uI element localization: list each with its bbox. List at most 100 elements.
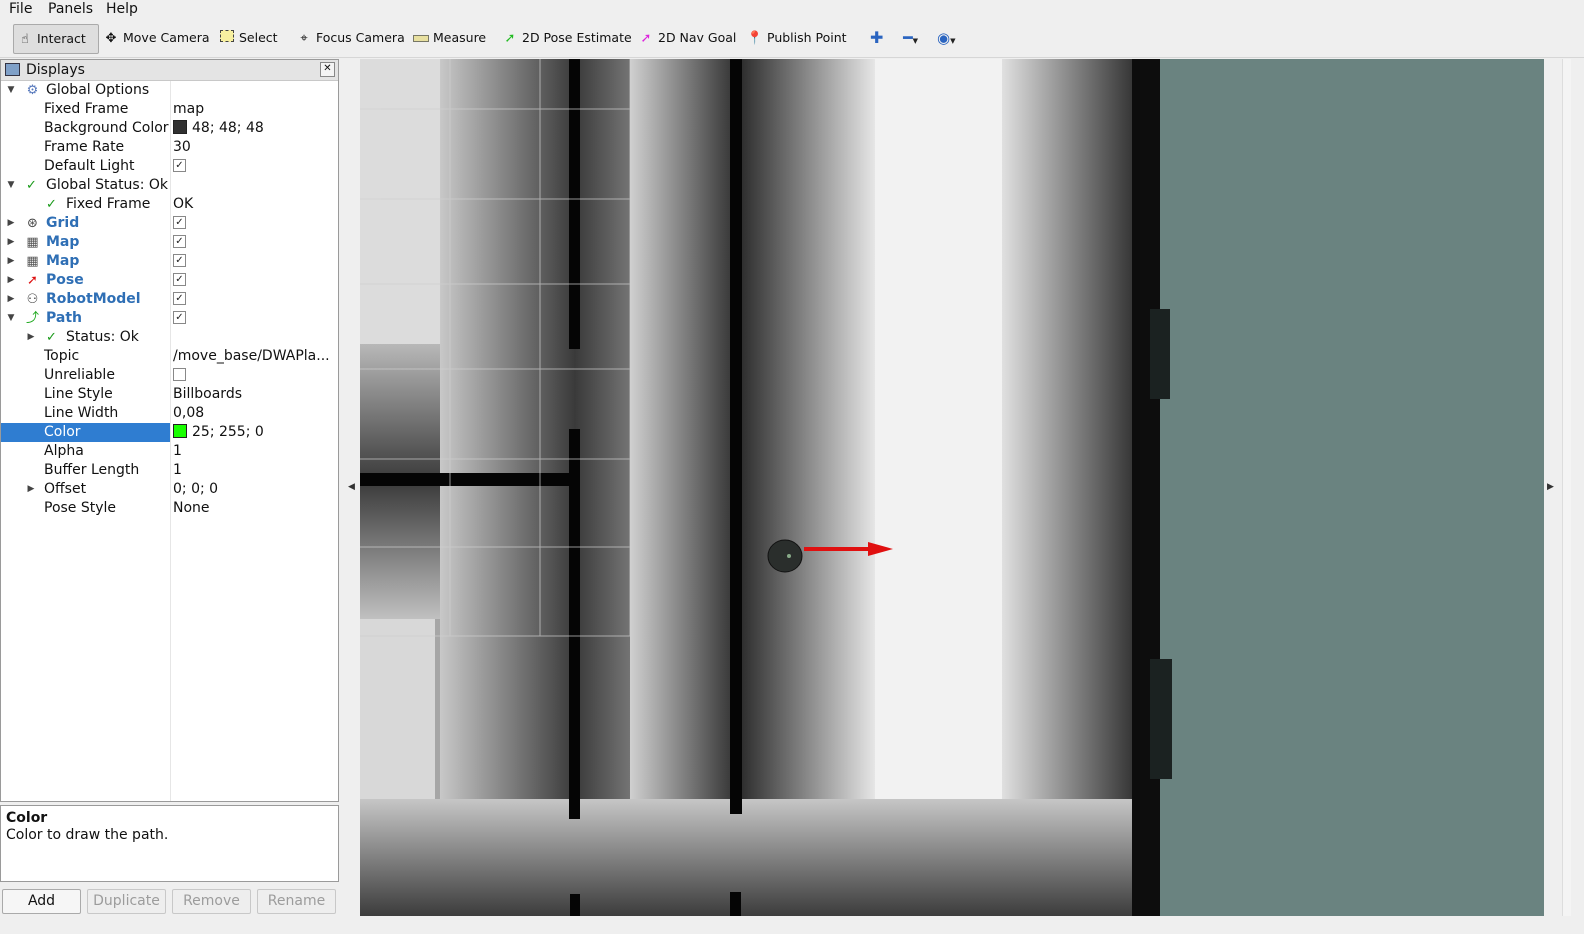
3d-viewport[interactable]	[360, 59, 1544, 916]
expand-arrow-icon[interactable]: ▼	[6, 81, 16, 100]
remove-button[interactable]: Remove	[172, 889, 251, 914]
pose-checkbox[interactable]: ✓	[173, 272, 186, 286]
zoom-in-button[interactable]: ✚	[870, 24, 890, 52]
tree-row-path-status[interactable]: ▶ ✓ Status: Ok	[1, 328, 338, 347]
close-panel-button[interactable]: ✕	[320, 62, 335, 77]
ok-check-icon: ✓	[46, 197, 57, 212]
expand-arrow-icon[interactable]: ▶	[26, 328, 36, 347]
tree-row-topic[interactable]: Topic /move_base/DWAPla...	[1, 347, 338, 366]
tree-row-default-light[interactable]: Default Light ✓	[1, 157, 338, 176]
move-icon: ✥	[105, 31, 117, 46]
rename-button[interactable]: Rename	[257, 889, 336, 914]
expand-arrow-icon[interactable]: ▶	[6, 252, 16, 271]
expand-arrow-icon[interactable]: ▶	[6, 271, 16, 290]
nav-goal-button[interactable]: ➚ 2D Nav Goal	[637, 24, 737, 52]
fixed-frame-value[interactable]: map	[173, 100, 335, 119]
eye-icon: ◉	[937, 29, 951, 47]
tree-row-pose[interactable]: ▶ ➚ Pose ✓	[1, 271, 338, 290]
expand-arrow-icon[interactable]: ▶	[26, 480, 36, 499]
tree-row-map[interactable]: ▶ ▦ Map ✓	[1, 233, 338, 252]
expand-arrow-icon[interactable]: ▼	[6, 176, 16, 195]
view-button[interactable]: ◉▼	[937, 24, 963, 52]
robot-icon: ⚇	[26, 292, 39, 307]
tree-row-line-style[interactable]: Line Style Billboards	[1, 385, 338, 404]
grid-checkbox[interactable]: ✓	[173, 215, 186, 229]
viewport-scrollbar[interactable]	[1562, 59, 1571, 916]
color-value[interactable]: 25; 255; 0	[173, 423, 335, 442]
path-status-label: Status: Ok	[66, 329, 139, 345]
select-label: Select	[239, 30, 278, 45]
background-color-value[interactable]: 48; 48; 48	[173, 119, 335, 138]
duplicate-button[interactable]: Duplicate	[87, 889, 166, 914]
focus-camera-label: Focus Camera	[316, 30, 405, 45]
map-render[interactable]	[360, 59, 1544, 916]
tree-row-frame-rate[interactable]: Frame Rate 30	[1, 138, 338, 157]
pose-estimate-label: 2D Pose Estimate	[522, 30, 632, 45]
alpha-value[interactable]: 1	[173, 442, 335, 461]
tree-row-background-color[interactable]: Background Color 48; 48; 48	[1, 119, 338, 138]
green-arrow-icon: ➚	[504, 31, 516, 46]
path-checkbox[interactable]: ✓	[173, 310, 186, 324]
menu-panels[interactable]: Panels	[48, 0, 93, 19]
add-button[interactable]: Add	[2, 889, 81, 914]
menu-help[interactable]: Help	[106, 0, 138, 19]
tree-row-fixed-frame[interactable]: Fixed Frame map	[1, 100, 338, 119]
expand-arrow-icon[interactable]: ▶	[6, 233, 16, 252]
measure-label: Measure	[433, 30, 487, 45]
focus-camera-button[interactable]: ⌖ Focus Camera	[295, 24, 405, 52]
color-swatch	[173, 424, 187, 438]
offset-value[interactable]: 0; 0; 0	[173, 480, 335, 499]
zoom-out-button[interactable]: ━▼	[903, 24, 927, 52]
monitor-icon	[5, 63, 20, 76]
select-button[interactable]: Select	[218, 24, 278, 52]
focus-icon: ⌖	[300, 31, 308, 46]
tree-row-color[interactable]: Color 25; 255; 0	[1, 423, 338, 442]
description-title: Color	[6, 810, 48, 826]
topic-value[interactable]: /move_base/DWAPla...	[173, 347, 335, 366]
expand-arrow-icon[interactable]: ▼	[6, 309, 16, 328]
plus-icon: ✚	[870, 28, 884, 47]
tree-row-grid[interactable]: ▶ ⊛ Grid ✓	[1, 214, 338, 233]
buffer-length-value[interactable]: 1	[173, 461, 335, 480]
offset-label: Offset	[44, 481, 87, 497]
expand-arrow-icon[interactable]: ▶	[6, 290, 16, 309]
pose-style-value[interactable]: None	[173, 499, 335, 518]
tree-row-path[interactable]: ▼ ⤴ Path ✓	[1, 309, 338, 328]
publish-point-button[interactable]: 📍 Publish Point	[746, 24, 847, 52]
map-checkbox[interactable]: ✓	[173, 234, 186, 248]
line-style-label: Line Style	[44, 386, 113, 402]
frame-rate-label: Frame Rate	[44, 139, 125, 155]
measure-button[interactable]: Measure	[412, 24, 486, 52]
line-width-value[interactable]: 0,08	[173, 404, 335, 423]
map-checkbox[interactable]: ✓	[173, 253, 186, 267]
tree-row-pose-style[interactable]: Pose Style None	[1, 499, 338, 518]
fixed-frame-label: Fixed Frame	[44, 101, 129, 117]
default-light-checkbox[interactable]: ✓	[173, 158, 186, 172]
hand-icon: ☝	[21, 32, 29, 47]
menu-file[interactable]: File	[9, 0, 32, 19]
tree-row-global-status[interactable]: ▼ ✓ Global Status: Ok	[1, 176, 338, 195]
expand-arrow-icon[interactable]: ▶	[6, 214, 16, 233]
interact-button[interactable]: ☝ Interact	[13, 24, 99, 54]
tree-row-status-fixed-frame[interactable]: ✓ Fixed Frame OK	[1, 195, 338, 214]
description-body: Color to draw the path.	[6, 827, 169, 843]
tree-row-unreliable[interactable]: Unreliable	[1, 366, 338, 385]
frame-rate-value[interactable]: 30	[173, 138, 335, 157]
pose-estimate-button[interactable]: ➚ 2D Pose Estimate	[501, 24, 632, 52]
tree-row-alpha[interactable]: Alpha 1	[1, 442, 338, 461]
collapse-right-arrow-icon[interactable]: ▶	[1547, 482, 1554, 492]
tree-row-map[interactable]: ▶ ▦ Map ✓	[1, 252, 338, 271]
collapse-left-arrow-icon[interactable]: ◀	[348, 482, 355, 492]
tree-row-offset[interactable]: ▶ Offset 0; 0; 0	[1, 480, 338, 499]
tree-row-global-options[interactable]: ▼ ⚙ Global Options	[1, 81, 338, 100]
robot-model-checkbox[interactable]: ✓	[173, 291, 186, 305]
tree-row-buffer-length[interactable]: Buffer Length 1	[1, 461, 338, 480]
background-color-label: Background Color	[44, 120, 169, 136]
tree-row-robot-model[interactable]: ▶ ⚇ RobotModel ✓	[1, 290, 338, 309]
line-style-value[interactable]: Billboards	[173, 385, 335, 404]
move-camera-button[interactable]: ✥ Move Camera	[102, 24, 210, 52]
tree-row-line-width[interactable]: Line Width 0,08	[1, 404, 338, 423]
unreliable-checkbox[interactable]	[173, 367, 186, 381]
select-icon	[218, 25, 236, 53]
displays-title: Displays	[26, 62, 85, 78]
